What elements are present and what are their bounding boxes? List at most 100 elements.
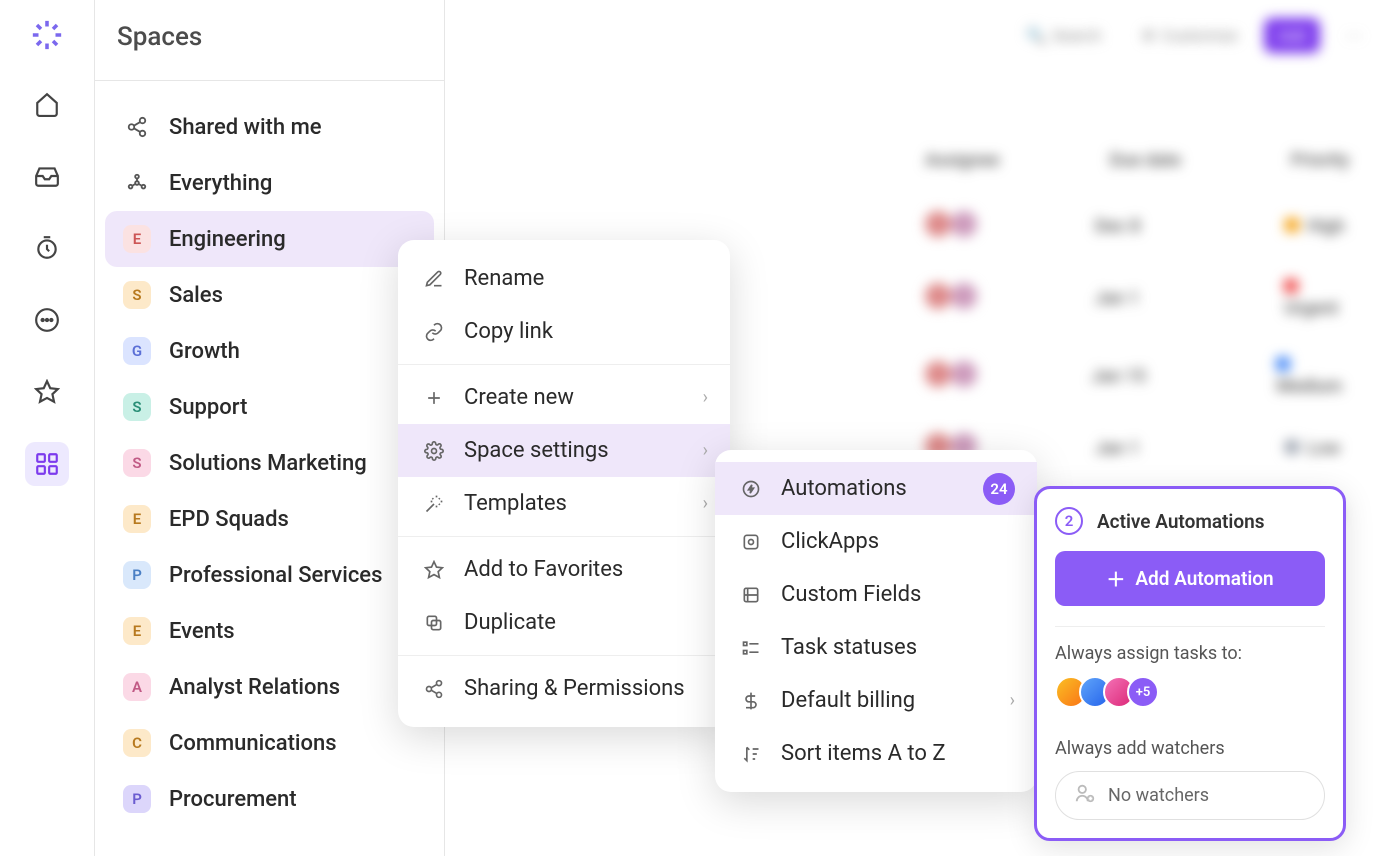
count-badge: 24 — [983, 473, 1015, 505]
chevron-right-icon: › — [1010, 690, 1015, 711]
space-context-menu: RenameCopy linkCreate new›Space settings… — [398, 240, 730, 727]
sidebar-item-epd-squads[interactable]: E EPD Squads — [105, 491, 434, 547]
menu-item-label: ClickApps — [781, 529, 879, 554]
space-badge: E — [123, 505, 151, 533]
no-watchers-text: No watchers — [1108, 785, 1209, 806]
user-plus-icon — [1074, 782, 1096, 809]
icon-rail — [0, 0, 95, 856]
menu-item-label: Automations — [781, 476, 907, 501]
menu-item-duplicate[interactable]: Duplicate — [398, 596, 730, 649]
menu-item-templates[interactable]: Templates › — [398, 477, 730, 530]
sidebar-item-label: Communications — [169, 731, 337, 756]
chevron-right-icon: › — [703, 440, 708, 461]
menu-item-add-to-favorites[interactable]: Add to Favorites — [398, 543, 730, 596]
sidebar-item-professional-services[interactable]: P Professional Services — [105, 547, 434, 603]
network-icon — [123, 169, 151, 197]
automations-title: Active Automations — [1097, 510, 1265, 533]
menu-item-custom-fields[interactable]: Custom Fields — [715, 568, 1037, 621]
menu-divider — [398, 364, 730, 365]
sidebar-item-label: Everything — [169, 171, 272, 196]
menu-divider — [398, 655, 730, 656]
sidebar-item-analyst-relations[interactable]: A Analyst Relations — [105, 659, 434, 715]
sidebar-item-growth[interactable]: G Growth — [105, 323, 434, 379]
sidebar-item-label: Professional Services — [169, 563, 382, 588]
pencil-icon — [422, 267, 446, 291]
menu-item-clickapps[interactable]: ClickApps — [715, 515, 1037, 568]
menu-item-label: Templates — [464, 491, 567, 516]
sort-icon — [739, 742, 763, 766]
col-assignee: Assignee — [925, 150, 1000, 171]
sidebar-item-shared-with-me[interactable]: Shared with me — [105, 99, 434, 155]
menu-item-label: Space settings — [464, 438, 609, 463]
search-button[interactable]: 🔍 Search — [1012, 18, 1115, 53]
more-icon[interactable] — [25, 298, 69, 342]
sidebar-item-label: Procurement — [169, 787, 297, 812]
sidebar-title: Spaces — [95, 22, 444, 81]
wand-icon — [422, 492, 446, 516]
inbox-icon[interactable] — [25, 154, 69, 198]
sidebar-item-support[interactable]: S Support — [105, 379, 434, 435]
menu-divider — [398, 536, 730, 537]
menu-item-create-new[interactable]: Create new› — [398, 371, 730, 424]
menu-item-task-statuses[interactable]: Task statuses — [715, 621, 1037, 674]
star-icon[interactable] — [25, 370, 69, 414]
add-button[interactable]: Add — [1264, 18, 1320, 53]
plus-icon — [422, 386, 446, 410]
sidebar: Spaces Shared with me Everything EEngineer… — [95, 0, 445, 856]
space-badge: S — [123, 449, 151, 477]
add-automation-button[interactable]: ＋ Add Automation — [1055, 551, 1325, 606]
col-duedate: Due date — [1110, 150, 1181, 171]
link-icon — [422, 320, 446, 344]
menu-item-label: Copy link — [464, 319, 553, 344]
sidebar-item-procurement[interactable]: P Procurement — [105, 771, 434, 827]
space-badge: G — [123, 337, 151, 365]
sidebar-item-engineering[interactable]: EEngineering — [105, 211, 434, 267]
space-badge: E — [123, 617, 151, 645]
sidebar-item-events[interactable]: EEvents — [105, 603, 434, 659]
sidebar-item-solutions-marketing[interactable]: S Solutions Marketing — [105, 435, 434, 491]
menu-item-label: Duplicate — [464, 610, 556, 635]
menu-item-rename[interactable]: Rename — [398, 252, 730, 305]
menu-item-label: Add to Favorites — [464, 557, 623, 582]
watchers-pill[interactable]: No watchers — [1055, 771, 1325, 820]
dollar-icon — [739, 689, 763, 713]
sidebar-item-label: Sales — [169, 283, 223, 308]
customize-button[interactable]: ⚙ Customize — [1127, 18, 1251, 53]
more-button[interactable]: ⋯ — [1332, 18, 1376, 53]
space-badge: S — [123, 393, 151, 421]
app-icon — [739, 530, 763, 554]
menu-item-label: Custom Fields — [781, 582, 921, 607]
menu-item-automations[interactable]: Automations 24 — [715, 462, 1037, 515]
space-badge: P — [123, 785, 151, 813]
sidebar-item-communications[interactable]: C Communications — [105, 715, 434, 771]
bolt-icon — [739, 477, 763, 501]
star-icon — [422, 558, 446, 582]
timer-icon[interactable] — [25, 226, 69, 270]
menu-item-copy-link[interactable]: Copy link — [398, 305, 730, 358]
col-priority: Priority — [1291, 150, 1349, 171]
sidebar-item-label: Solutions Marketing — [169, 451, 367, 476]
sidebar-item-everything[interactable]: Everything — [105, 155, 434, 211]
sidebar-item-label: Analyst Relations — [169, 675, 340, 700]
menu-item-sort-items-a-to-z[interactable]: Sort items A to Z — [715, 727, 1037, 780]
assignee-avatar-group[interactable]: +5 — [1055, 676, 1325, 708]
home-icon[interactable] — [25, 82, 69, 126]
sidebar-item-sales[interactable]: SSales — [105, 267, 434, 323]
space-badge: C — [123, 729, 151, 757]
automations-panel: 2 Active Automations ＋ Add Automation Al… — [1034, 486, 1346, 841]
sidebar-item-label: Support — [169, 395, 247, 420]
sidebar-item-label: EPD Squads — [169, 507, 289, 532]
automations-count-badge: 2 — [1055, 507, 1083, 535]
sidebar-item-label: Shared with me — [169, 115, 322, 140]
menu-item-label: Sharing & Permissions — [464, 676, 685, 701]
field-icon — [739, 583, 763, 607]
space-badge: A — [123, 673, 151, 701]
menu-item-default-billing[interactable]: Default billing› — [715, 674, 1037, 727]
space-badge: P — [123, 561, 151, 589]
menu-item-space-settings[interactable]: Space settings › — [398, 424, 730, 477]
chevron-right-icon: › — [703, 493, 708, 514]
sidebar-item-label: Growth — [169, 339, 240, 364]
menu-item-label: Rename — [464, 266, 544, 291]
menu-item-sharing-permissions[interactable]: Sharing & Permissions — [398, 662, 730, 715]
grid-icon[interactable] — [25, 442, 69, 486]
